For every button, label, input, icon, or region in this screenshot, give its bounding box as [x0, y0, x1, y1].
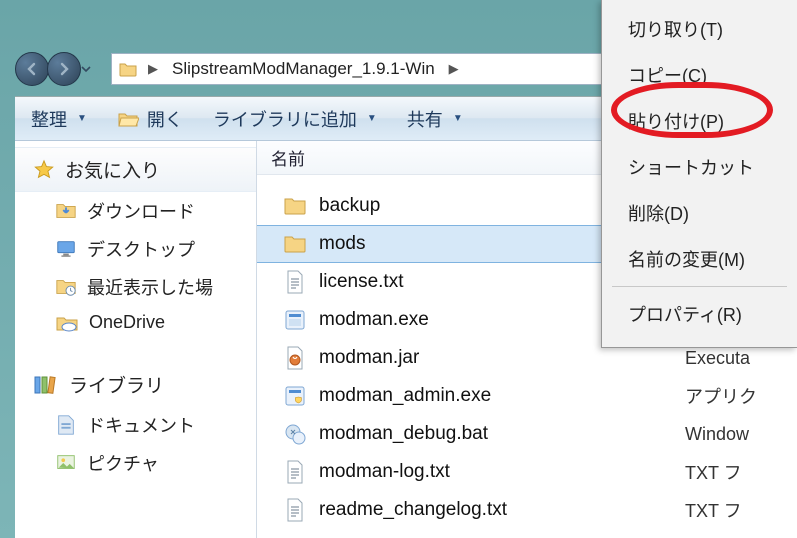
recent-icon	[55, 276, 77, 298]
library-icon	[33, 373, 59, 397]
file-row[interactable]: modman_admin.exeアプリク	[257, 377, 797, 415]
folder-icon	[277, 195, 313, 217]
context-menu-item[interactable]: ショートカット	[606, 144, 793, 190]
sidebar-item-label: ピクチャ	[87, 450, 159, 476]
file-name: modman_debug.bat	[313, 423, 677, 445]
txt-icon	[277, 270, 313, 294]
share-button[interactable]: 共有 ▼	[401, 102, 469, 136]
star-icon	[33, 159, 55, 181]
jar-icon	[277, 346, 313, 370]
file-type: TXT フ	[677, 459, 797, 485]
chevron-down-icon	[81, 64, 91, 74]
file-row[interactable]: modman_debug.batWindow	[257, 415, 797, 453]
organize-button[interactable]: 整理 ▼	[25, 102, 93, 136]
breadcrumb-separator[interactable]: ▶	[445, 61, 463, 77]
chevron-down-icon: ▼	[367, 113, 377, 124]
folder-icon	[277, 233, 313, 255]
chevron-down-icon: ▼	[453, 113, 463, 124]
sidebar-resize-handle[interactable]	[252, 141, 260, 538]
exeshield-icon	[277, 385, 313, 407]
sidebar-group-favorites[interactable]: お気に入り	[15, 147, 256, 192]
sidebar-item[interactable]: ドキュメント	[15, 406, 256, 444]
sidebar-item[interactable]: ダウンロード	[15, 192, 256, 230]
breadcrumb-separator[interactable]: ▶	[144, 61, 162, 77]
sidebar-item[interactable]: デスクトップ	[15, 230, 256, 268]
sidebar-item-label: ダウンロード	[87, 198, 195, 224]
column-name-label: 名前	[271, 145, 305, 170]
menu-separator	[612, 286, 787, 287]
file-type: TXT フ	[677, 497, 797, 523]
file-type: アプリク	[677, 383, 797, 409]
context-menu-item[interactable]: 削除(D)	[606, 190, 793, 236]
sidebar-item[interactable]: 最近表示した場	[15, 268, 256, 306]
chevron-down-icon: ▼	[77, 113, 87, 124]
context-menu-item[interactable]: コピー(C)	[606, 52, 793, 98]
sidebar-item-label: ドキュメント	[87, 412, 195, 438]
context-menu-item[interactable]: 貼り付け(P)	[606, 98, 793, 144]
open-button[interactable]: 開く	[111, 102, 189, 136]
context-menu: 切り取り(T)コピー(C)貼り付け(P)ショートカット削除(D)名前の変更(M)…	[601, 0, 797, 348]
download-icon	[55, 200, 77, 222]
library-label: ライブラリに追加	[213, 106, 357, 132]
sidebar-item-label: OneDrive	[89, 312, 165, 333]
nav-history-dropdown[interactable]	[79, 52, 93, 86]
onedrive-icon	[55, 313, 79, 333]
desktop-icon	[55, 238, 77, 260]
add-to-library-button[interactable]: ライブラリに追加 ▼	[207, 102, 383, 136]
folder-open-icon	[117, 109, 139, 129]
file-row[interactable]: modman-log.txtTXT フ	[257, 453, 797, 491]
txt-icon	[277, 460, 313, 484]
context-menu-item[interactable]: 切り取り(T)	[606, 6, 793, 52]
favorites-label: お気に入り	[65, 156, 160, 183]
sidebar-item-label: 最近表示した場	[87, 274, 213, 300]
file-row[interactable]: readme_changelog.txtTXT フ	[257, 491, 797, 529]
txt-icon	[277, 498, 313, 522]
file-name: modman_admin.exe	[313, 385, 677, 407]
doc-icon	[55, 414, 77, 436]
arrow-left-icon	[24, 61, 40, 77]
sidebar: お気に入り ダウンロードデスクトップ最近表示した場OneDrive ライブラリ …	[15, 141, 257, 538]
sidebar-item[interactable]: ピクチャ	[15, 444, 256, 482]
exe-icon	[277, 309, 313, 331]
arrow-right-icon	[56, 61, 72, 77]
file-type: Window	[677, 424, 797, 445]
context-menu-item[interactable]: 名前の変更(M)	[606, 236, 793, 282]
nav-forward-button[interactable]	[47, 52, 81, 86]
file-name: modman-log.txt	[313, 461, 677, 483]
sidebar-item[interactable]: OneDrive	[15, 306, 256, 339]
organize-label: 整理	[31, 106, 67, 132]
bat-icon	[277, 423, 313, 445]
file-name: readme_changelog.txt	[313, 499, 677, 521]
context-menu-item[interactable]: プロパティ(R)	[606, 291, 793, 337]
open-label: 開く	[147, 106, 183, 132]
pic-icon	[55, 452, 77, 474]
sidebar-item-label: デスクトップ	[87, 236, 195, 262]
breadcrumb-item[interactable]: SlipstreamModManager_1.9.1-Win	[168, 59, 439, 79]
sidebar-group-libraries[interactable]: ライブラリ	[15, 363, 256, 406]
libraries-label: ライブラリ	[69, 371, 164, 398]
folder-icon	[118, 59, 138, 79]
file-type: Executa	[677, 348, 797, 369]
share-label: 共有	[407, 106, 443, 132]
nav-back-button[interactable]	[15, 52, 49, 86]
file-name: modman.jar	[313, 347, 677, 369]
